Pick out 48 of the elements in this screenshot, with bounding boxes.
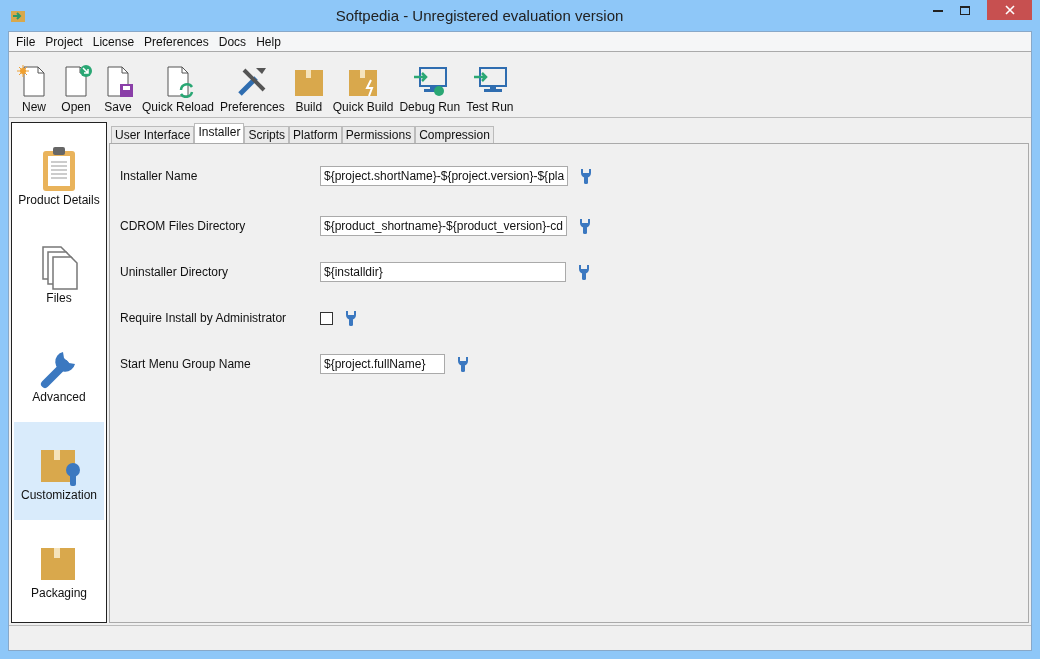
field-label: Start Menu Group Name (120, 357, 252, 371)
window-title: Softpedia - Unregistered evaluation version (334, 7, 625, 24)
tab[interactable]: User Interface (111, 126, 195, 143)
tab[interactable]: Scripts (244, 126, 290, 143)
close-icon (1004, 5, 1015, 15)
minimize-icon[interactable] (933, 8, 943, 12)
tab[interactable]: Platform (289, 126, 342, 143)
field-label: CDROM Files Directory (120, 219, 247, 233)
input-field[interactable]: ${project.shortName}-${project.version}-${pla (320, 166, 569, 186)
input-field[interactable]: ${product_shortname}-${product_version}-cd (320, 216, 567, 236)
menu-item[interactable]: Project (42, 34, 90, 49)
maximize-icon[interactable] (960, 5, 970, 15)
wrench-icon[interactable] (578, 264, 590, 280)
toolbar-button[interactable]: Build (287, 64, 330, 114)
menu-item[interactable]: Help (253, 34, 288, 49)
close-button[interactable] (987, 0, 1032, 20)
wrench-icon[interactable] (578, 218, 591, 234)
toolbar-button[interactable]: Open (55, 64, 97, 114)
checkbox[interactable] (320, 311, 333, 325)
app-icon (10, 8, 26, 23)
toolbar-button[interactable]: Quick Build (329, 64, 397, 114)
menu-item[interactable]: Docs (215, 34, 254, 49)
field-label: Installer Name (120, 169, 199, 183)
sidebar-item[interactable]: Packaging (14, 519, 104, 618)
input-field[interactable]: ${installdir} (320, 262, 566, 282)
toolbar-button[interactable]: Preferences (217, 64, 288, 114)
input-field[interactable]: ${project.fullName} (320, 354, 445, 374)
monitor-bug-icon (411, 64, 448, 98)
menu-item[interactable]: License (89, 34, 142, 49)
wrench-icon[interactable] (345, 310, 357, 326)
sidebar-item[interactable]: Product Details (14, 127, 104, 226)
wrench-icon[interactable] (580, 168, 593, 184)
sidebar-item[interactable]: Advanced (14, 323, 104, 422)
toolbar-button[interactable]: Quick Reload (139, 64, 218, 114)
toolbar-button[interactable]: Debug Run (396, 64, 464, 114)
field-label: Uninstaller Directory (120, 265, 230, 279)
tab[interactable]: Permissions (341, 126, 416, 143)
toolbar-button[interactable]: New (13, 64, 55, 114)
tab[interactable]: Installer (194, 123, 245, 143)
sidebar-item[interactable]: Customization (14, 421, 104, 520)
tab[interactable]: Compression (415, 126, 494, 143)
field-label: Require Install by Administrator (120, 311, 288, 325)
sidebar-item[interactable]: Files (14, 225, 104, 324)
menu-item[interactable]: File (13, 34, 43, 49)
wrench-icon[interactable] (457, 356, 469, 372)
toolbar-button[interactable]: Test Run (463, 64, 517, 114)
toolbar-button[interactable]: Save (97, 64, 139, 114)
menu-item[interactable]: Preferences (141, 34, 216, 49)
